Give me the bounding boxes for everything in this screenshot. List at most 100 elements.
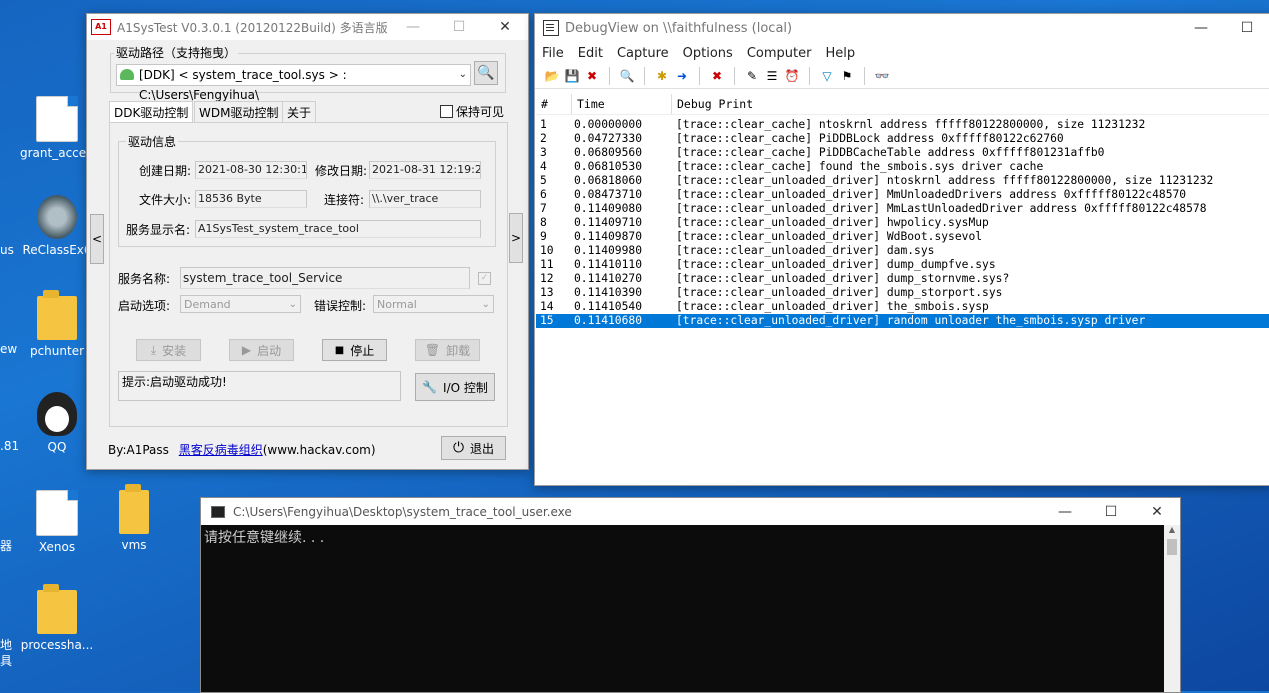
scroll-thumb[interactable] — [1167, 539, 1177, 555]
modified-label: 修改日期: — [315, 164, 368, 178]
display-name-value: A1SysTest_system_trace_tool — [195, 220, 481, 238]
link-value: \\.\ver_trace — [369, 190, 481, 208]
filter-icon[interactable]: ▽ — [818, 68, 836, 84]
forward-arrow-icon[interactable]: ➜ — [673, 68, 691, 84]
desktop-icon-processhacker[interactable]: processha... — [20, 584, 94, 652]
chevron-down-icon: ⌄ — [481, 299, 490, 310]
error-control-select[interactable]: Normal ⌄ — [373, 295, 494, 313]
save-icon[interactable]: 💾 — [563, 68, 581, 84]
desktop-icon-grant[interactable]: grant_acce... — [20, 96, 98, 160]
table-row[interactable]: 7 0.11409080 [trace::clear_unloaded_driver… — [536, 202, 1269, 216]
find-icon[interactable]: 🔍 — [618, 68, 636, 84]
table-row[interactable]: 9 0.11409870 [trace::clear_unloaded_driver… — [536, 230, 1269, 244]
console-output[interactable]: 请按任意键继续. . . — [201, 525, 1164, 692]
desktop-icon-qq[interactable]: QQ — [20, 392, 94, 454]
desktop-icon-label: vms — [121, 538, 147, 552]
table-row-selected[interactable]: 15 0.11410680 [trace::clear_unloaded_drive… — [536, 314, 1269, 328]
next-panel-button[interactable]: > — [509, 213, 523, 263]
maximize-icon[interactable]: ☐ — [1224, 20, 1269, 36]
menu-help[interactable]: Help — [818, 46, 862, 61]
start-option-select[interactable]: Demand ⌄ — [180, 295, 301, 313]
table-row[interactable]: 2 0.04727330 [trace::clear_cache] PiDDBLoc… — [536, 132, 1269, 146]
debug-output-grid[interactable]: # Time Debug Print 1 0.00000000 [trace::cl… — [536, 94, 1269, 484]
io-control-button[interactable]: 🔧 I/O 控制 — [415, 373, 495, 401]
install-label: 安装 — [162, 343, 187, 358]
service-name-input[interactable]: system_trace_tool_Service — [180, 267, 470, 289]
power-icon: ⏻ — [452, 440, 465, 456]
clock-icon[interactable]: ⏰ — [783, 68, 801, 84]
window-title: A1SysTest V0.3.0.1 (20120122Build) 多语言版 — [117, 20, 388, 35]
install-button[interactable]: ⤓ 安装 — [136, 339, 201, 361]
scroll-up-icon[interactable]: ▲ — [1164, 525, 1180, 539]
table-row[interactable]: 11 0.11410110 [trace::clear_unloaded_drive… — [536, 258, 1269, 272]
table-row[interactable]: 10 0.11409980 [trace::clear_unloaded_drive… — [536, 244, 1269, 258]
menu-capture[interactable]: Capture — [610, 46, 676, 61]
console-scrollbar[interactable]: ▲ — [1164, 525, 1180, 692]
column-header-time[interactable]: Time — [572, 94, 672, 114]
desktop-icon-pchunter[interactable]: pchunter — [20, 290, 94, 358]
toolbar-separator — [864, 67, 865, 85]
search-button[interactable]: 🔍 — [474, 61, 498, 85]
desktop-icon-reclass[interactable]: ReClassEx6 — [20, 195, 94, 257]
capture-icon[interactable]: ✱ — [653, 68, 671, 84]
menu-file[interactable]: File — [535, 46, 571, 61]
service-checkbox[interactable]: ✓ — [478, 272, 491, 285]
debugview-toolbar: 📂 💾 ✖ 🔍 ✱ ➜ ✖ ✎ ☰ ⏰ ▽ ⚑ 👓 — [535, 64, 1269, 89]
column-header-message[interactable]: Debug Print — [672, 94, 1269, 114]
footer-link[interactable]: 黑客反病毒组织 — [179, 443, 263, 457]
row-time: 0.11409080 — [574, 202, 643, 215]
clear-icon[interactable]: ✖ — [708, 68, 726, 84]
close-icon[interactable]: ✕ — [1134, 504, 1180, 520]
table-row[interactable]: 8 0.11409710 [trace::clear_unloaded_driver… — [536, 216, 1269, 230]
row-time: 0.06818060 — [574, 174, 643, 187]
tab-wdm[interactable]: WDM驱动控制 — [194, 101, 284, 124]
menu-computer[interactable]: Computer — [740, 46, 819, 61]
edge-text: 具 — [0, 654, 13, 668]
table-row[interactable]: 1 0.00000000 [trace::clear_cache] ntoskrnl… — [536, 118, 1269, 132]
wrench-icon: 🔧 — [422, 380, 438, 394]
autoscroll-icon[interactable]: ☰ — [763, 68, 781, 84]
console-titlebar[interactable]: C:\Users\Fengyihua\Desktop\system_trace_… — [201, 498, 1180, 525]
link-label: 连接符: — [324, 193, 365, 207]
driver-path-select[interactable]: [DDK] < system_trace_tool.sys > : C:\Use… — [116, 64, 471, 102]
column-header-index[interactable]: # — [536, 94, 572, 114]
row-index: 15 — [540, 314, 554, 327]
highlight-icon[interactable]: ⚑ — [838, 68, 856, 84]
table-row[interactable]: 3 0.06809560 [trace::clear_cache] PiDDBCac… — [536, 146, 1269, 160]
tab-about[interactable]: 关于 — [282, 101, 317, 124]
table-row[interactable]: 6 0.08473710 [trace::clear_unloaded_driver… — [536, 188, 1269, 202]
binoculars-icon[interactable]: 👓 — [873, 68, 891, 84]
display-name-label: 服务显示名: — [126, 223, 191, 237]
exit-button[interactable]: ⏻ 退出 — [441, 436, 506, 460]
open-icon[interactable]: 📂 — [543, 68, 561, 84]
menu-edit[interactable]: Edit — [571, 46, 610, 61]
minimize-icon[interactable]: — — [1178, 20, 1224, 36]
stop-button[interactable]: ■ 停止 — [322, 339, 387, 361]
minimize-icon[interactable]: — — [1042, 504, 1088, 520]
table-row[interactable]: 4 0.06810530 [trace::clear_cache] found th… — [536, 160, 1269, 174]
row-message: [trace::clear_cache] found the_smbois.sy… — [676, 160, 1044, 173]
menu-options[interactable]: Options — [676, 46, 740, 61]
edit-filter-icon[interactable]: ✎ — [743, 68, 761, 84]
close-file-icon[interactable]: ✖ — [583, 68, 601, 84]
play-icon: ▶ — [241, 343, 252, 357]
prev-panel-button[interactable]: < — [90, 214, 104, 264]
table-row[interactable]: 12 0.11410270 [trace::clear_unloaded_drive… — [536, 272, 1269, 286]
row-time: 0.11409710 — [574, 216, 643, 229]
desktop-icon-xenos[interactable]: Xenos — [20, 490, 94, 554]
start-button[interactable]: ▶ 启动 — [229, 339, 294, 361]
maximize-icon[interactable]: ☐ — [1088, 504, 1134, 520]
close-icon[interactable]: ✕ — [482, 19, 528, 35]
uninstall-button[interactable]: 🗑 卸载 — [415, 339, 480, 361]
maximize-icon[interactable]: ☐ — [436, 19, 482, 35]
footer-author: By:A1Pass — [108, 443, 169, 457]
keep-visible-checkbox[interactable]: 保持可见 — [440, 103, 504, 120]
table-row[interactable]: 13 0.11410390 [trace::clear_unloaded_drive… — [536, 286, 1269, 300]
desktop-icon-vms[interactable]: vms — [97, 484, 171, 552]
table-row[interactable]: 14 0.11410540 [trace::clear_unloaded_drive… — [536, 300, 1269, 314]
minimize-icon[interactable]: — — [390, 19, 436, 35]
a1-titlebar[interactable]: A1 A1SysTest V0.3.0.1 (20120122Build) 多语… — [87, 14, 528, 40]
tab-ddk[interactable]: DDK驱动控制 — [109, 101, 194, 124]
table-row[interactable]: 5 0.06818060 [trace::clear_unloaded_driver… — [536, 174, 1269, 188]
debugview-titlebar[interactable]: DebugView on \\faithfulness (local) — ☐ — [535, 14, 1269, 42]
